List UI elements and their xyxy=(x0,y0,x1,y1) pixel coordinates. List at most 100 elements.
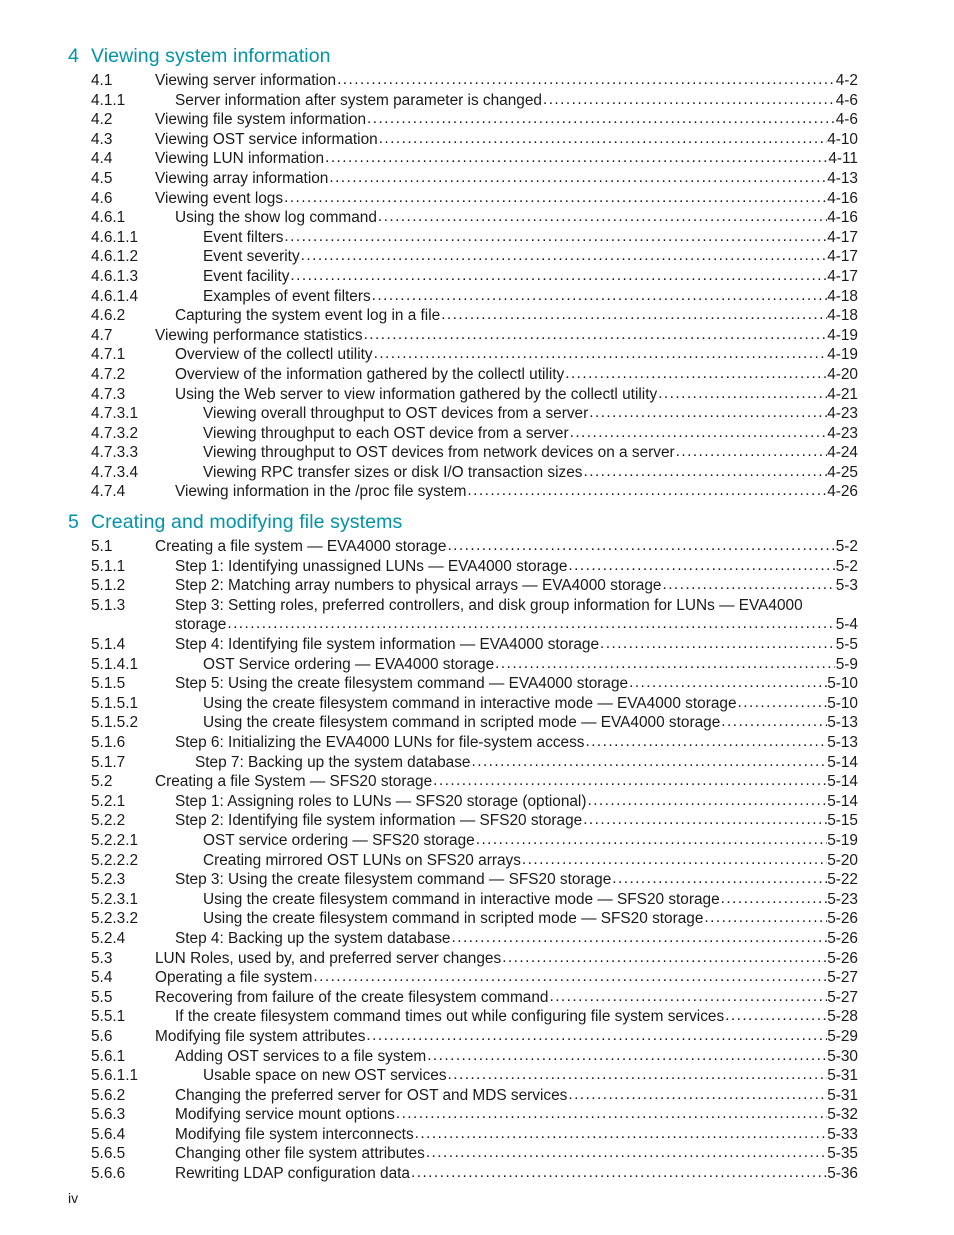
toc-entry-title: Using the create filesystem command in i… xyxy=(203,890,720,908)
toc-entry-page-number: 5-26 xyxy=(827,929,858,947)
toc-leader-dots: ........................................… xyxy=(569,423,827,441)
toc-entry[interactable]: 5.2.4 Step 4: Backing up the system datab… xyxy=(68,929,858,949)
toc-leader-dots: ........................................… xyxy=(411,1164,827,1182)
toc-entry[interactable]: 4.6 Viewing event logs...................… xyxy=(68,189,858,209)
toc-entry-title: Viewing array information xyxy=(155,169,329,187)
toc-entry-number: 5.1.5.2 xyxy=(91,714,139,732)
toc-entry-page-number: 5-31 xyxy=(827,1067,858,1085)
toc-entry[interactable]: 5.6.5 Changing other file system attribut… xyxy=(68,1144,858,1164)
toc-leader-dots: .................. xyxy=(737,693,827,711)
toc-entry-page-number: 4-10 xyxy=(827,130,858,148)
toc-entry-title: Viewing overall throughput to OST device… xyxy=(203,405,589,423)
toc-entry-page-number: 4-19 xyxy=(827,346,858,364)
toc-entry[interactable]: 4.6.1.1 Event filters....................… xyxy=(68,228,858,248)
toc-leader-dots: ........................................… xyxy=(467,482,827,500)
toc-entry[interactable]: 5.5.1 If the create filesystem command ti… xyxy=(68,1007,858,1027)
toc-entry[interactable]: 4.6.1.3 Event facility...................… xyxy=(68,267,858,287)
toc-entry[interactable]: 4.6.1.4 Examples of event filters........… xyxy=(68,287,858,307)
toc-entry[interactable]: 5.6.2 Changing the preferred server for O… xyxy=(68,1086,858,1106)
toc-entry-number: 5.1.4 xyxy=(91,636,126,654)
toc-leader-dots: ........................................… xyxy=(377,208,827,226)
toc-entry[interactable]: 4.7.3.3 Viewing throughput to OST devices… xyxy=(68,443,858,463)
toc-entry[interactable]: 5.4 Operating a file system..............… xyxy=(68,968,858,988)
toc-entry[interactable]: 4.1 Viewing server information...........… xyxy=(68,71,858,91)
toc-leader-dots: ........................................… xyxy=(521,850,827,868)
toc-entry-number: 4.3 xyxy=(91,130,113,148)
toc-entry[interactable]: 5.2.2.2 Creating mirrored OST LUNs on SFS… xyxy=(68,851,858,871)
toc-entry[interactable]: 5.2 Creating a file System — SFS20 storag… xyxy=(68,772,858,792)
toc-leader-dots: ........................................… xyxy=(447,537,836,555)
toc-entry[interactable]: 4.7.3.2 Viewing throughput to each OST de… xyxy=(68,424,858,444)
toc-entry[interactable]: 5.2.3.2 Using the create filesystem comma… xyxy=(68,909,858,929)
toc-entry-title: Viewing server information xyxy=(155,72,337,89)
toc-entry[interactable]: 5.6 Modifying file system attributes.....… xyxy=(68,1027,858,1047)
toc-entry[interactable]: 5.1.5.1 Using the create filesystem comma… xyxy=(68,694,858,714)
toc-entry[interactable]: 5.2.1 Step 1: Assigning roles to LUNs — S… xyxy=(68,792,858,812)
toc-entry[interactable]: 4.7.4 Viewing information in the /proc fi… xyxy=(68,482,858,502)
toc-entry[interactable]: 4.2 Viewing file system information......… xyxy=(68,110,858,130)
toc-leader-dots: ........................................… xyxy=(313,968,827,986)
toc-entry-number: 5.2.3.1 xyxy=(91,890,139,908)
toc-entry[interactable]: 4.6.2 Capturing the system event log in a… xyxy=(68,306,858,326)
toc-entry[interactable]: 4.4 Viewing LUN information..............… xyxy=(68,149,858,169)
toc-entry-title: Rewriting LDAP configuration data xyxy=(175,1165,410,1183)
toc-entry[interactable]: 4.6.1.2 Event severity...................… xyxy=(68,247,858,267)
toc-entry[interactable]: 5.2.2.1 OST service ordering — SFS20 stor… xyxy=(68,831,858,851)
toc-entry-number: 5.6.1.1 xyxy=(91,1067,139,1085)
toc-entry-number: 4.6 xyxy=(91,189,113,207)
toc-entry-number: 4.6.2 xyxy=(91,307,126,325)
toc-entry[interactable]: 4.7.3 Using the Web server to view inform… xyxy=(68,385,858,405)
toc-entry[interactable]: 5.2.3 Step 3: Using the create filesystem… xyxy=(68,870,858,890)
toc-chapter-heading[interactable]: 5 Creating and modifying file systems xyxy=(68,502,858,536)
toc-entry[interactable]: 5.6.1.1 Usable space on new OST services.… xyxy=(68,1066,858,1086)
toc-leader-dots: ........................................… xyxy=(395,1105,827,1123)
toc-entry[interactable]: 4.7.2 Overview of the information gathere… xyxy=(68,365,858,385)
toc-entry[interactable]: 5.1.4 Step 4: Identifying file system inf… xyxy=(68,635,858,655)
toc-entry[interactable]: 5.2.2 Step 2: Identifying file system inf… xyxy=(68,811,858,831)
toc-entry[interactable]: 4.7 Viewing performance statistics.......… xyxy=(68,326,858,346)
toc-entry-page-number: 5-26 xyxy=(827,949,858,967)
toc-entry-page-number: 4-13 xyxy=(827,169,858,187)
toc-chapter-heading[interactable]: 4 Viewing system information xyxy=(68,42,858,70)
toc-entry-continuation[interactable]: 5.1.3storage............................… xyxy=(68,615,858,635)
toc-entry[interactable]: 5.1.5.2 Using the create filesystem comma… xyxy=(68,713,858,733)
toc-entry[interactable]: 5.1.1 Step 1: Identifying unassigned LUNs… xyxy=(68,557,858,577)
toc-entry[interactable]: 5.1 Creating a file system — EVA4000 stor… xyxy=(68,537,858,557)
toc-entry[interactable]: 5.1.2 Step 2: Matching array numbers to p… xyxy=(68,576,858,596)
toc-leader-dots: ........................................… xyxy=(502,948,827,966)
toc-entry[interactable]: 5.1.3 Step 3: Setting roles, preferred co… xyxy=(68,596,858,616)
toc-entry[interactable]: 5.6.4 Modifying file system interconnects… xyxy=(68,1125,858,1145)
toc-entry[interactable]: 5.2.3.1 Using the create filesystem comma… xyxy=(68,890,858,910)
toc-entry[interactable]: 4.1.1 Server information after system par… xyxy=(68,91,858,111)
toc-entry[interactable]: 5.6.6 Rewriting LDAP configuration data..… xyxy=(68,1164,858,1184)
toc-entry-number: 5.2.4 xyxy=(91,929,126,947)
toc-leader-dots: ........................................… xyxy=(475,830,827,848)
toc-entry[interactable]: 5.3 LUN Roles, used by, and preferred ser… xyxy=(68,949,858,969)
toc-entry-title: OST service ordering — SFS20 storage xyxy=(203,831,475,849)
toc-entry[interactable]: 4.7.3.4 Viewing RPC transfer sizes or dis… xyxy=(68,463,858,483)
toc-entry-page-number: 5-10 xyxy=(827,675,858,693)
toc-page: 4 Viewing system information 4.1 Viewing se… xyxy=(0,0,954,1235)
toc-entry-title: Capturing the system event log in a file xyxy=(175,307,441,325)
toc-entry[interactable]: 5.1.7 Step 7: Backing up the system datab… xyxy=(68,753,858,773)
toc-leader-dots: ........................................… xyxy=(433,772,827,790)
toc-entry[interactable]: 4.5 Viewing array information............… xyxy=(68,169,858,189)
toc-entry[interactable]: 4.7.1 Overview of the collectl utility...… xyxy=(68,345,858,365)
toc-leader-dots: ........................................… xyxy=(337,71,836,88)
toc-entry[interactable]: 5.1.4.1 OST Service ordering — EVA4000 st… xyxy=(68,655,858,675)
toc-entry-number: 5.2.3.2 xyxy=(91,910,139,928)
toc-entry[interactable]: 4.6.1 Using the show log command.........… xyxy=(68,208,858,228)
toc-leader-dots: ........................................… xyxy=(587,791,827,809)
toc-entry-title: Examples of event filters xyxy=(203,287,371,305)
toc-entry[interactable]: 5.1.5 Step 5: Using the create filesystem… xyxy=(68,674,858,694)
toc-entry[interactable]: 5.6.1 Adding OST services to a file syste… xyxy=(68,1047,858,1067)
toc-entry-page-number: 5-14 xyxy=(827,792,858,810)
toc-entry[interactable]: 5.1.6 Step 6: Initializing the EVA4000 LU… xyxy=(68,733,858,753)
toc-entry[interactable]: 5.6.3 Modifying service mount options....… xyxy=(68,1105,858,1125)
toc-leader-dots: ...................... xyxy=(720,889,827,907)
toc-entry[interactable]: 4.3 Viewing OST service information......… xyxy=(68,130,858,150)
toc-leader-dots: ........................................… xyxy=(427,1046,827,1064)
toc-entry[interactable]: 5.5 Recovering from failure of the create… xyxy=(68,988,858,1008)
toc-entry[interactable]: 4.7.3.1 Viewing overall throughput to OST… xyxy=(68,404,858,424)
toc-entry-number: 5.6.5 xyxy=(91,1145,126,1163)
